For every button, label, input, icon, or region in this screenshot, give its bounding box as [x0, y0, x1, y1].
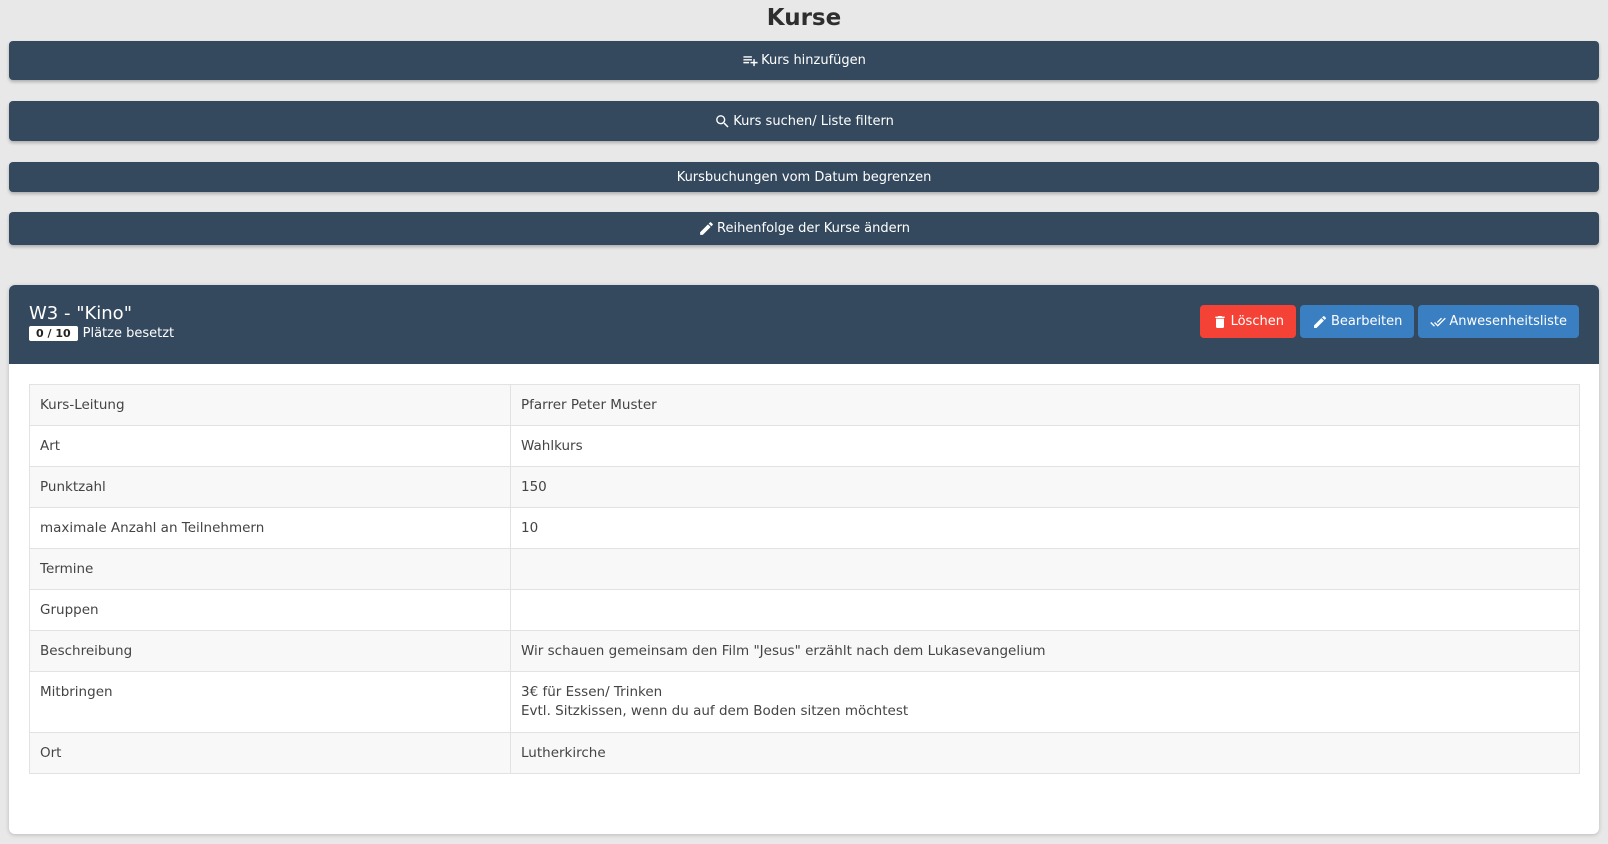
course-card: W3 - "Kino" 0 / 10 Plätze besetzt Lösche…	[9, 285, 1599, 834]
trash-icon	[1214, 315, 1225, 328]
detail-value: Wahlkurs	[510, 425, 1580, 467]
detail-value: 150	[510, 466, 1580, 508]
course-details-table: Kurs-Leitung Pfarrer Peter Muster Art Wa…	[29, 384, 1580, 774]
detail-value	[510, 589, 1580, 631]
table-row: Beschreibung Wir schauen gemeinsam den F…	[29, 630, 1580, 672]
add-course-button[interactable]: Kurs hinzufügen	[9, 41, 1599, 80]
attendance-label: Anwesenheitsliste	[1449, 314, 1567, 329]
table-row: Ort Lutherkirche	[29, 732, 1580, 774]
table-row: Kurs-Leitung Pfarrer Peter Muster	[29, 384, 1580, 426]
search-course-button[interactable]: Kurs suchen/ Liste filtern	[9, 101, 1599, 141]
playlist-add-icon	[743, 56, 758, 67]
course-actions: Löschen Bearbeiten Anwesenheitsliste	[1199, 305, 1579, 338]
detail-value: Lutherkirche	[510, 732, 1580, 774]
table-row: maximale Anzahl an Teilnehmern 10	[29, 507, 1580, 549]
detail-label: Kurs-Leitung	[29, 384, 511, 426]
edit-button[interactable]: Bearbeiten	[1299, 305, 1415, 338]
detail-label: Beschreibung	[29, 630, 511, 672]
detail-label: Gruppen	[29, 589, 511, 631]
capacity-label: Plätze besetzt	[82, 326, 175, 341]
detail-label: Mitbringen	[29, 671, 511, 733]
attendance-list-button[interactable]: Anwesenheitsliste	[1418, 305, 1579, 338]
table-row: Termine	[29, 548, 1580, 590]
detail-value: Wir schauen gemeinsam den Film "Jesus" e…	[510, 630, 1580, 672]
detail-value: Pfarrer Peter Muster	[510, 384, 1580, 426]
detail-label: Termine	[29, 548, 511, 590]
detail-value: 10	[510, 507, 1580, 549]
search-icon	[716, 114, 729, 128]
limit-bookings-label: Kursbuchungen vom Datum begrenzen	[676, 169, 932, 185]
detail-label: Art	[29, 425, 511, 467]
course-card-header: W3 - "Kino" 0 / 10 Plätze besetzt Lösche…	[9, 285, 1599, 364]
table-row: Mitbringen 3€ für Essen/ Trinken Evtl. S…	[29, 671, 1580, 733]
detail-value	[510, 548, 1580, 590]
edit-label: Bearbeiten	[1330, 314, 1403, 329]
add-course-label: Kurs hinzufügen	[761, 53, 866, 68]
course-capacity: 0 / 10 Plätze besetzt	[29, 326, 174, 341]
delete-label: Löschen	[1230, 314, 1284, 329]
table-row: Art Wahlkurs	[29, 425, 1580, 467]
limit-bookings-button[interactable]: Kursbuchungen vom Datum begrenzen	[9, 162, 1599, 192]
detail-value: 3€ für Essen/ Trinken Evtl. Sitzkissen, …	[510, 671, 1580, 733]
page-title: Kurse	[766, 5, 842, 31]
detail-value-line: Evtl. Sitzkissen, wenn du auf dem Boden …	[521, 703, 909, 719]
change-order-label: Reihenfolge der Kurse ändern	[717, 221, 910, 236]
double-check-icon	[1430, 317, 1447, 327]
detail-label: maximale Anzahl an Teilnehmern	[29, 507, 511, 549]
capacity-badge: 0 / 10	[29, 326, 78, 341]
table-row: Gruppen	[29, 589, 1580, 631]
detail-label: Punktzahl	[29, 466, 511, 508]
table-row: Punktzahl 150	[29, 466, 1580, 508]
delete-button[interactable]: Löschen	[1199, 305, 1296, 338]
change-order-button[interactable]: Reihenfolge der Kurse ändern	[9, 212, 1599, 245]
detail-label: Ort	[29, 732, 511, 774]
pencil-icon	[1313, 315, 1326, 328]
course-title: W3 - "Kino"	[29, 303, 132, 324]
search-course-label: Kurs suchen/ Liste filtern	[733, 113, 894, 129]
pencil-icon	[700, 222, 713, 235]
detail-value-line: 3€ für Essen/ Trinken	[521, 684, 663, 700]
